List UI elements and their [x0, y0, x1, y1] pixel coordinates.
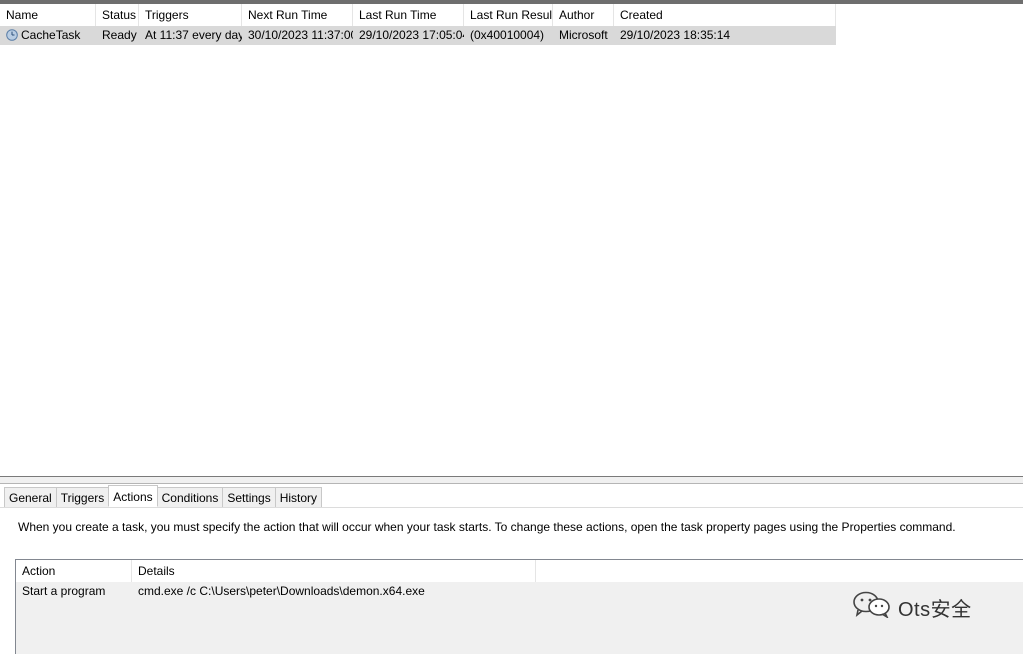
wechat-icon [852, 590, 898, 624]
tab-conditions[interactable]: Conditions [156, 487, 224, 508]
column-header-created[interactable]: Created [614, 4, 836, 26]
task-name: CacheTask [21, 28, 81, 42]
column-header-last-run-result[interactable]: Last Run Result [464, 4, 553, 26]
column-header-action[interactable]: Action [16, 560, 132, 582]
tab-actions[interactable]: Actions [108, 485, 158, 507]
task-author-cell: Microsoft [559, 28, 608, 42]
tab-divider [0, 507, 1023, 508]
column-header-status[interactable]: Status [96, 4, 139, 26]
tab-history[interactable]: History [274, 487, 323, 508]
column-header-triggers[interactable]: Triggers [139, 4, 242, 26]
column-header-author[interactable]: Author [553, 4, 614, 26]
pane-splitter[interactable] [0, 476, 1023, 484]
table-row[interactable]: CacheTask Ready At 11:37 every day 30/10… [0, 26, 836, 45]
task-triggers-cell: At 11:37 every day [145, 28, 242, 42]
tab-general[interactable]: General [4, 487, 57, 508]
task-details-pane: General Triggers Actions Conditions Sett… [0, 484, 1023, 654]
task-list-header: Name Status Triggers Next Run Time Last … [0, 4, 836, 26]
tab-triggers[interactable]: Triggers [55, 487, 110, 508]
task-name-cell: CacheTask [0, 26, 96, 45]
watermark: Ots安全 [852, 590, 972, 624]
tab-settings[interactable]: Settings [222, 487, 276, 508]
task-last-run-cell: 29/10/2023 17:05:04 [359, 28, 464, 42]
task-created-cell: 29/10/2023 18:35:14 [620, 28, 731, 42]
action-type-cell: Start a program [22, 584, 106, 598]
task-status-cell: Ready [102, 28, 137, 42]
column-header-name[interactable]: Name [0, 4, 96, 26]
actions-description: When you create a task, you must specify… [18, 520, 956, 534]
column-header-last-run-time[interactable]: Last Run Time [353, 4, 464, 26]
task-clock-icon [6, 28, 18, 41]
column-header-details[interactable]: Details [132, 560, 536, 582]
column-header-next-run-time[interactable]: Next Run Time [242, 4, 353, 26]
details-tabs: General Triggers Actions Conditions Sett… [4, 485, 323, 508]
task-next-run-cell: 30/10/2023 11:37:00 [248, 28, 353, 42]
watermark-text: Ots安全 [898, 598, 972, 621]
actions-table-header: Action Details [16, 560, 536, 582]
task-list-pane: Name Status Triggers Next Run Time Last … [0, 0, 1023, 476]
task-last-result-cell: (0x40010004) [470, 28, 545, 42]
action-details-cell: cmd.exe /c C:\Users\peter\Downloads\demo… [138, 584, 425, 598]
